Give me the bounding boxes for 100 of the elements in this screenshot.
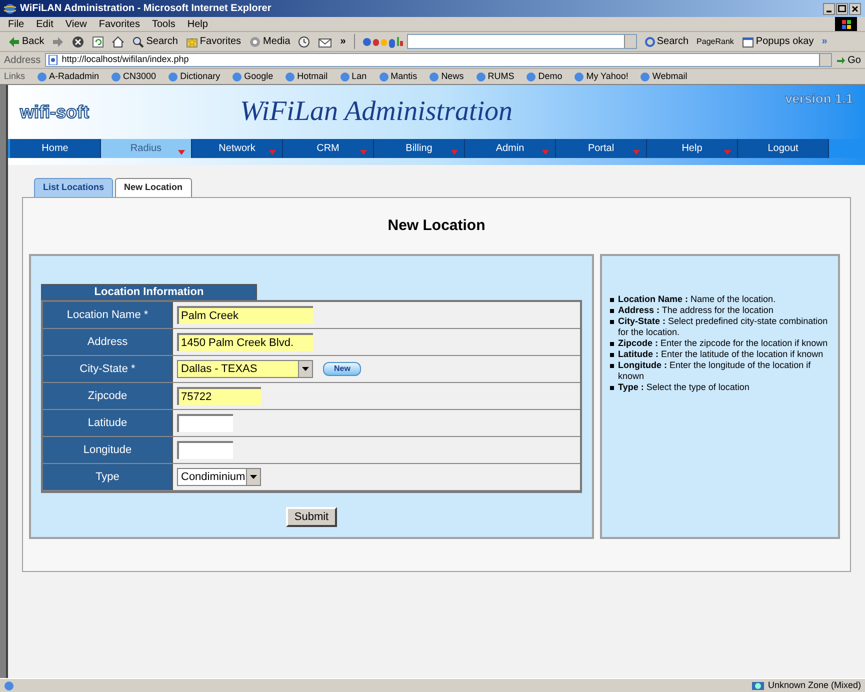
- forward-arrow-icon: [52, 36, 64, 48]
- input-field[interactable]: [177, 414, 233, 432]
- windows-logo-icon: [835, 17, 857, 31]
- menu-item[interactable]: Favorites: [98, 16, 140, 32]
- input-field[interactable]: Palm Creek: [177, 306, 313, 324]
- link-item[interactable]: Mantis: [378, 70, 418, 84]
- nav-tab[interactable]: Portal: [556, 139, 647, 158]
- stop-icon: [72, 36, 84, 48]
- nav-tab[interactable]: Home: [10, 139, 101, 158]
- page-title: New Location: [388, 216, 486, 236]
- favorites-button[interactable]: Favorites: [186, 34, 242, 49]
- help-text: Latitude : Enter the latitude of the location if known: [618, 349, 824, 360]
- logo-text: wifi-soft: [20, 100, 90, 124]
- refresh-button[interactable]: [92, 36, 104, 48]
- link-item[interactable]: Hotmail: [285, 70, 328, 84]
- menu-item[interactable]: Edit: [36, 16, 54, 32]
- menu-item[interactable]: Help: [187, 16, 208, 32]
- input-field[interactable]: [177, 441, 233, 459]
- maximize-icon[interactable]: [836, 2, 848, 14]
- link-item[interactable]: My Yahoo!: [574, 70, 628, 84]
- nav-tab[interactable]: Admin: [465, 139, 556, 158]
- help-text: City-State : Select predefined city-state combination for the location.: [618, 316, 829, 338]
- link-item[interactable]: Dictionary: [168, 70, 220, 84]
- page-icon: [340, 72, 350, 82]
- nav-tab[interactable]: Billing: [374, 139, 465, 158]
- window-title: WiFiLAN Administration - Microsoft Internet Explorer: [20, 2, 272, 16]
- dropdown[interactable]: Condiminium: [177, 468, 261, 486]
- back-arrow-icon: [8, 36, 20, 48]
- globe-icon: [752, 680, 764, 690]
- help-text: Address : The address for the location: [618, 305, 774, 316]
- link-item[interactable]: RUMS: [476, 70, 514, 84]
- page-icon: [429, 72, 440, 82]
- tab[interactable]: List Locations: [34, 178, 114, 197]
- submit-button[interactable]: Submit: [286, 507, 337, 527]
- nav-tab[interactable]: CRM: [283, 139, 374, 158]
- menu-item[interactable]: Tools: [152, 16, 176, 32]
- page-icon: [285, 72, 296, 82]
- history-button[interactable]: [298, 36, 310, 48]
- mail-icon: [318, 36, 332, 48]
- nav-tab[interactable]: Help: [647, 139, 738, 158]
- version-text: version 1.1: [785, 90, 853, 108]
- link-item[interactable]: News: [429, 70, 464, 84]
- link-item[interactable]: Webmail: [640, 70, 688, 84]
- back-button[interactable]: Back: [8, 34, 44, 49]
- go-arrow-icon: [836, 55, 846, 65]
- links-label: Links: [4, 70, 26, 83]
- dropdown-button[interactable]: [818, 54, 831, 66]
- link-item[interactable]: A-Radadmin: [37, 70, 100, 84]
- mail-button[interactable]: [318, 36, 332, 48]
- browser-icon: [4, 2, 16, 14]
- search-button[interactable]: Search: [132, 34, 178, 49]
- page-icon: [378, 72, 389, 82]
- help-text: Longitude : Enter the longitude of the location if known: [618, 360, 812, 382]
- more-text[interactable]: »: [340, 34, 346, 49]
- input-field[interactable]: 75722: [177, 387, 261, 405]
- link-item[interactable]: Demo: [526, 70, 562, 84]
- nav-tab[interactable]: Network: [192, 139, 283, 158]
- search-icon: [132, 36, 144, 48]
- google-logo-icon: [362, 36, 403, 48]
- tab[interactable]: New Location: [115, 178, 192, 197]
- popup-blocker-button[interactable]: Popups okay: [742, 34, 814, 49]
- nav-tab[interactable]: Radius: [101, 139, 192, 158]
- page-icon: [4, 680, 14, 690]
- field-label: Address: [43, 329, 173, 355]
- page-icon: [640, 72, 650, 82]
- page-icon: [111, 72, 122, 82]
- new-button[interactable]: New: [323, 362, 362, 376]
- link-item[interactable]: CN3000: [111, 70, 156, 84]
- minimize-icon[interactable]: [823, 2, 835, 14]
- link-item[interactable]: Google: [232, 70, 274, 84]
- media-button[interactable]: Media: [249, 34, 290, 49]
- field-label: Zipcode: [43, 383, 173, 409]
- nav-tab[interactable]: Logout: [738, 139, 829, 158]
- home-button[interactable]: [112, 36, 124, 48]
- close-icon[interactable]: [849, 2, 861, 14]
- history-icon: [298, 36, 310, 48]
- link-item[interactable]: Lan: [340, 70, 367, 84]
- help-text: Type : Select the type of location: [618, 382, 750, 393]
- stop-button[interactable]: [72, 36, 84, 48]
- menu-item[interactable]: File: [8, 16, 24, 32]
- go-button[interactable]: Go: [836, 52, 861, 68]
- page-header-title: WiFiLan Administration: [240, 95, 513, 129]
- page-icon: [232, 72, 242, 82]
- page-icon: [526, 72, 536, 82]
- dropdown-button[interactable]: [624, 35, 636, 48]
- address-label: Address: [4, 54, 41, 68]
- google-search-button[interactable]: Search: [644, 34, 689, 49]
- input-field[interactable]: 1450 Palm Creek Blvd.: [177, 333, 313, 351]
- address-field[interactable]: http://localhost/wifilan/index.php: [44, 53, 832, 67]
- field-label: Location Name *: [43, 302, 173, 328]
- field-label: Longitude: [43, 437, 173, 463]
- refresh-icon: [92, 36, 104, 48]
- field-label: Latitude: [43, 410, 173, 436]
- dropdown-arrow-icon: [302, 367, 309, 371]
- dropdown[interactable]: Dallas - TEXAS: [177, 360, 313, 378]
- page-icon: [37, 72, 48, 82]
- zone-text: Unknown Zone (Mixed): [768, 678, 861, 692]
- search-field[interactable]: [406, 34, 637, 49]
- menu-item[interactable]: View: [65, 16, 87, 32]
- home-icon: [112, 36, 124, 48]
